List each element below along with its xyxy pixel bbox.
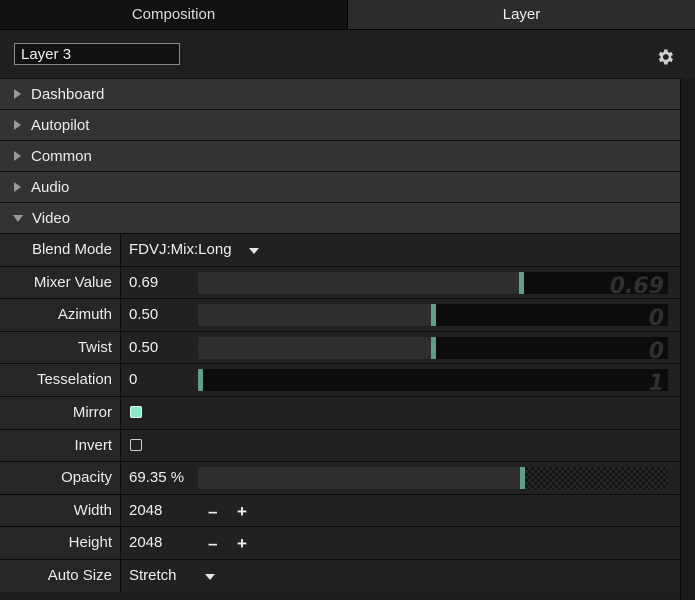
mirror-label: Mirror (0, 396, 121, 429)
auto-size-label: Auto Size (0, 559, 121, 592)
row-azimuth: Azimuth 0.50 0 (0, 298, 680, 331)
triangle-right-icon (14, 182, 21, 192)
row-mixer-value: Mixer Value 0.69 0.69 (0, 265, 680, 299)
gear-icon[interactable] (655, 47, 675, 67)
auto-size-select[interactable]: Stretch (121, 559, 680, 592)
azimuth-label: Azimuth (0, 299, 121, 331)
triangle-right-icon (14, 120, 21, 130)
slider-handle[interactable] (520, 467, 525, 490)
width-increment-button[interactable]: + (237, 495, 247, 528)
layer-properties-panel: Dashboard Autopilot Common Audio Video B… (0, 78, 680, 592)
auto-size-value: Stretch (129, 566, 177, 584)
twist-slider[interactable]: 0 (198, 336, 668, 359)
slider-handle[interactable] (431, 304, 436, 327)
blend-mode-label: Blend Mode (0, 234, 121, 266)
mirror-checkbox[interactable] (130, 405, 142, 418)
slider-ghost-value: 0.69 (609, 273, 664, 294)
width-decrement-button[interactable]: – (208, 495, 217, 528)
section-label: Autopilot (31, 116, 90, 134)
tab-layer[interactable]: Layer (348, 0, 695, 29)
height-value[interactable]: 2048 (129, 527, 162, 558)
blend-mode-select[interactable]: FDVJ:Mix:Long (121, 234, 680, 266)
slider-ghost-value: 0 (648, 338, 664, 359)
mixer-value-value: 0.69 (129, 273, 159, 291)
chevron-down-icon[interactable] (205, 573, 215, 580)
row-width: Width 2048 – + (0, 493, 680, 528)
layer-name-bar (0, 29, 695, 79)
azimuth-value: 0.50 (129, 306, 159, 324)
tesselation-slider[interactable]: 1 (198, 369, 668, 392)
height-label: Height (0, 527, 121, 559)
azimuth-slider[interactable]: 0 (198, 304, 668, 327)
row-auto-size: Auto Size Stretch (0, 558, 680, 592)
triangle-right-icon (14, 89, 21, 99)
slider-handle[interactable] (519, 271, 524, 294)
tab-bar: Composition Layer (0, 0, 695, 29)
tesselation-label: Tesselation (0, 364, 121, 396)
row-tesselation: Tesselation 0 1 (0, 363, 680, 396)
height-increment-button[interactable]: + (237, 527, 247, 560)
slider-fill (198, 467, 520, 490)
row-twist: Twist 0.50 0 (0, 330, 680, 364)
section-video[interactable]: Video (0, 202, 680, 233)
invert-checkbox[interactable] (130, 438, 142, 451)
slider-handle[interactable] (431, 336, 436, 359)
section-audio[interactable]: Audio (0, 171, 680, 202)
row-blend-mode: Blend Mode FDVJ:Mix:Long (0, 233, 680, 266)
opacity-value: 69.35 % (129, 469, 185, 487)
triangle-down-icon (13, 214, 23, 222)
twist-value: 0.50 (129, 338, 159, 356)
slider-fill (198, 336, 431, 359)
transparency-checker (525, 467, 668, 490)
slider-handle[interactable] (198, 369, 203, 392)
invert-label: Invert (0, 429, 121, 462)
scrollbar[interactable] (680, 78, 695, 600)
tab-composition[interactable]: Composition (0, 0, 348, 29)
section-autopilot[interactable]: Autopilot (0, 109, 680, 140)
slider-fill (198, 271, 519, 294)
width-value[interactable]: 2048 (129, 495, 162, 526)
chevron-down-icon[interactable] (249, 248, 259, 254)
opacity-slider[interactable] (198, 467, 668, 490)
opacity-label: Opacity (0, 462, 121, 494)
twist-label: Twist (0, 331, 121, 364)
mixer-value-slider[interactable]: 0.69 (198, 271, 668, 294)
row-opacity: Opacity 69.35 % (0, 461, 680, 494)
section-common[interactable]: Common (0, 140, 680, 171)
row-mirror: Mirror (0, 395, 680, 429)
slider-ghost-value: 1 (648, 371, 664, 392)
width-label: Width (0, 494, 121, 527)
row-invert: Invert (0, 428, 680, 462)
slider-fill (198, 304, 431, 327)
triangle-right-icon (14, 151, 21, 161)
section-label: Video (32, 209, 71, 227)
tesselation-value: 0 (129, 371, 138, 389)
section-dashboard[interactable]: Dashboard (0, 78, 680, 109)
section-label: Audio (31, 178, 70, 196)
section-label: Common (31, 147, 92, 165)
mixer-value-label: Mixer Value (0, 266, 121, 299)
section-label: Dashboard (31, 85, 105, 103)
row-height: Height 2048 – + (0, 526, 680, 559)
height-decrement-button[interactable]: – (208, 527, 217, 560)
layer-name-input[interactable] (14, 43, 180, 65)
blend-mode-value: FDVJ:Mix:Long (129, 241, 232, 258)
slider-ghost-value: 0 (648, 306, 664, 327)
